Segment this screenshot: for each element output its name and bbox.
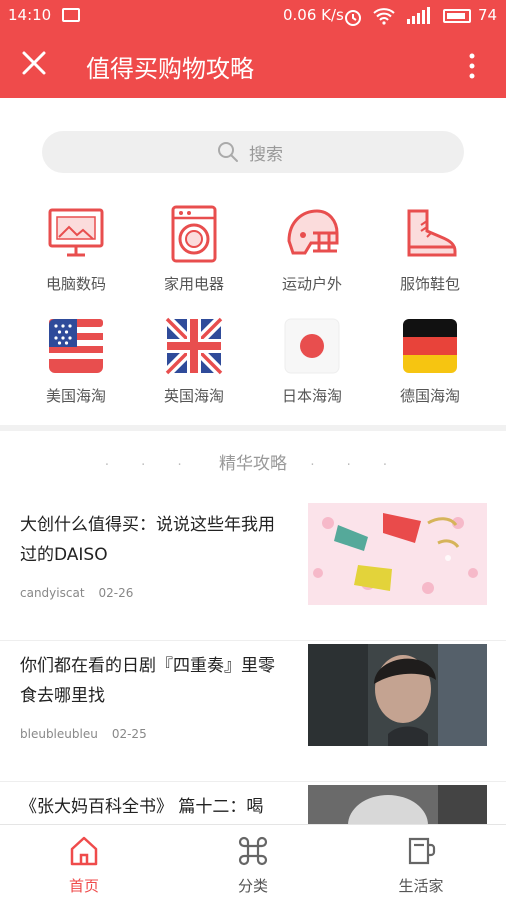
tab-label: 首页: [68, 877, 99, 895]
japan-flag-icon: [284, 318, 340, 374]
network-speed: 0.06 K/s: [283, 6, 344, 24]
article-item[interactable]: 你们都在看的日剧『四重奏』里零食去哪里找 bleubleubleu 02-25: [0, 641, 506, 782]
wifi-icon: [373, 8, 395, 25]
category-sports-outdoor[interactable]: 运动户外: [253, 205, 371, 294]
category-home-appliances[interactable]: 家用电器: [135, 205, 253, 294]
article-title: 《张大妈百科全书》 篇十二：喝: [20, 797, 264, 817]
home-icon: [70, 836, 98, 866]
category-label: 日本海淘: [281, 387, 342, 405]
article-meta: candyiscat 02-26: [20, 586, 133, 600]
category-us-shopping[interactable]: 美国海淘: [17, 317, 135, 406]
more-options-icon[interactable]: [463, 52, 481, 82]
signal-icon: [407, 7, 430, 24]
category-label: 电脑数码: [45, 275, 106, 293]
category-label: 运动户外: [281, 275, 342, 293]
category-japan-shopping[interactable]: 日本海淘: [253, 317, 371, 406]
category-label: 美国海淘: [45, 387, 106, 405]
article-title: 你们都在看的日剧『四重奏』里零食去哪里找: [20, 656, 275, 706]
article-date: 02-26: [98, 586, 134, 600]
category-label: 家用电器: [163, 275, 224, 293]
article-thumbnail: [308, 503, 487, 605]
status-time: 14:10: [8, 6, 52, 24]
search-icon: [218, 142, 238, 162]
article-thumbnail: [308, 644, 487, 746]
category-label: 英国海淘: [163, 387, 224, 405]
category-apparel-shoes-bags[interactable]: 服饰鞋包: [371, 205, 489, 294]
command-icon: [238, 836, 268, 866]
search-bar[interactable]: 搜索: [42, 131, 464, 173]
battery-level: 74: [478, 6, 498, 24]
tab-lifestyle[interactable]: 生活家: [361, 835, 481, 896]
category-germany-shopping[interactable]: 德国海淘: [371, 317, 489, 406]
washing-machine-icon: [171, 205, 217, 263]
article-meta: bleubleubleu 02-25: [20, 727, 147, 741]
category-label: 服饰鞋包: [399, 275, 460, 293]
sneaker-icon: [407, 209, 457, 257]
tab-home[interactable]: 首页: [24, 835, 144, 896]
mug-icon: [408, 837, 436, 865]
bottom-tab-bar: 首页 分类 生活家: [0, 824, 506, 900]
decorative-dots: · · ·: [310, 458, 402, 473]
germany-flag-icon: [403, 319, 457, 373]
search-placeholder: 搜索: [249, 145, 283, 165]
helmet-icon: [287, 209, 339, 255]
article-date: 02-25: [111, 727, 147, 741]
monitor-icon: [48, 208, 104, 257]
category-uk-shopping[interactable]: 英国海淘: [135, 317, 253, 406]
close-icon[interactable]: [20, 49, 48, 77]
featured-section-title: 精华攻略: [219, 454, 287, 474]
article-title: 大创什么值得买：说说这些年我用过的DAISO: [20, 515, 275, 565]
page-title: 值得买购物攻略: [86, 55, 254, 83]
section-divider: [0, 425, 506, 431]
alarm-icon: [345, 10, 361, 26]
article-author: candyiscat: [20, 586, 85, 600]
us-flag-icon: [49, 319, 103, 373]
notification-icon: [62, 8, 80, 22]
featured-section-header: · · · 精华攻略 · · ·: [0, 449, 506, 474]
tab-categories[interactable]: 分类: [193, 835, 313, 896]
tab-label: 分类: [237, 877, 268, 895]
app-bar: 值得买购物攻略: [0, 32, 506, 98]
category-label: 德国海淘: [399, 387, 460, 405]
battery-icon: [443, 9, 471, 23]
article-item[interactable]: 大创什么值得买：说说这些年我用过的DAISO candyiscat 02-26: [0, 500, 506, 641]
uk-flag-icon: [165, 317, 223, 375]
article-author: bleubleubleu: [20, 727, 98, 741]
category-computer-digital[interactable]: 电脑数码: [17, 205, 135, 294]
status-bar: 14:10 0.06 K/s 74: [0, 0, 506, 32]
decorative-dots: · · ·: [104, 458, 196, 473]
tab-label: 生活家: [398, 877, 444, 895]
